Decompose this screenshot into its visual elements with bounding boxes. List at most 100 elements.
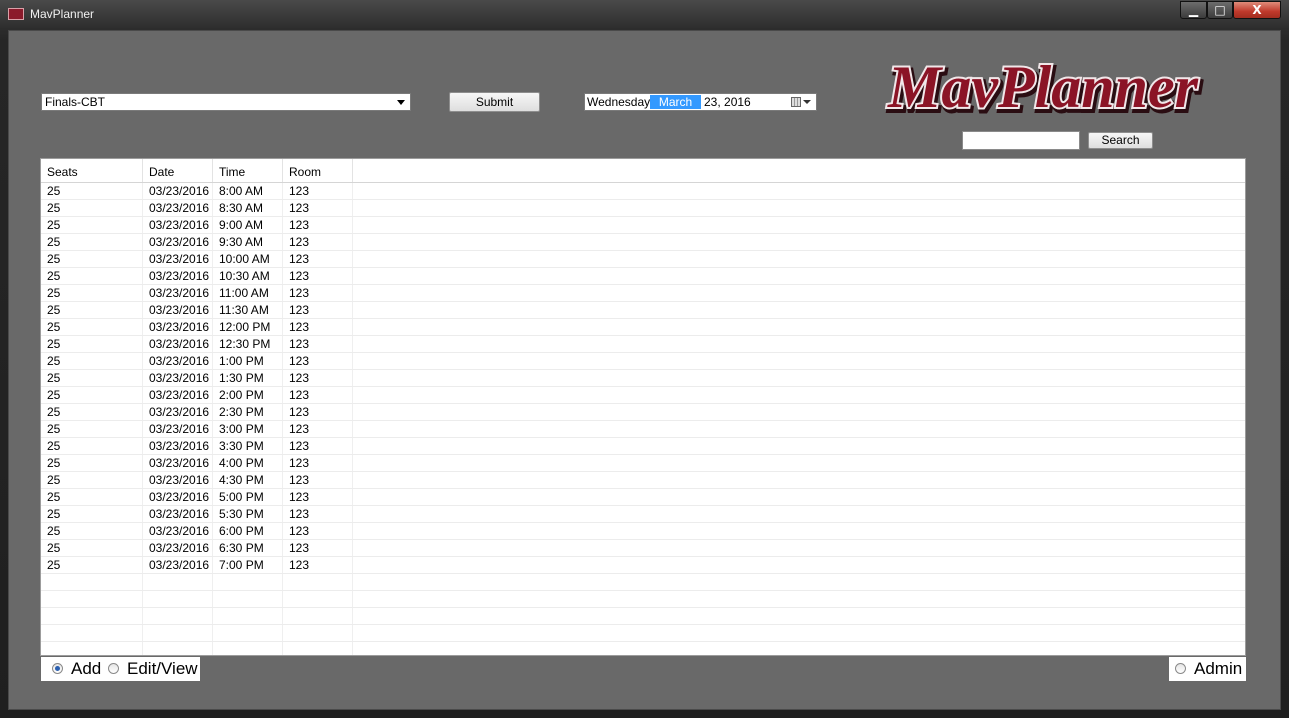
table-row[interactable]: 25 03/23/2016 3:00 PM 123 <box>41 421 1245 438</box>
cell-room: 123 <box>289 303 310 317</box>
title-bar[interactable]: MavPlanner ▁ □ X <box>0 0 1289 28</box>
cell-seats: 25 <box>47 490 61 504</box>
calendar-icon[interactable] <box>791 97 801 107</box>
cell-time: 11:30 AM <box>219 303 269 317</box>
add-radio[interactable] <box>52 663 63 674</box>
add-radio-label[interactable]: Add <box>71 659 101 679</box>
table-row[interactable]: 25 03/23/2016 2:00 PM 123 <box>41 387 1245 404</box>
table-body: 25 03/23/2016 8:00 AM 123 25 03/23/2016 8:30 A… <box>41 183 1245 655</box>
cell-room: 123 <box>289 218 310 232</box>
cell-seats: 25 <box>47 184 61 198</box>
table-row[interactable]: 25 03/23/2016 4:00 PM 123 <box>41 455 1245 472</box>
table-row[interactable]: 25 03/23/2016 12:30 PM 123 <box>41 336 1245 353</box>
maximize-button[interactable]: □ <box>1207 1 1233 19</box>
cell-time: 9:00 AM <box>219 218 264 232</box>
cell-time: 4:00 PM <box>219 456 264 470</box>
cell-time: 4:30 PM <box>219 473 264 487</box>
cell-seats: 25 <box>47 558 61 572</box>
date-picker-day-year[interactable]: 23, 2016 <box>704 95 751 109</box>
cell-seats: 25 <box>47 354 61 368</box>
table-row[interactable]: 25 03/23/2016 10:30 AM 123 <box>41 268 1245 285</box>
cell-time: 3:00 PM <box>219 422 264 436</box>
cell-time: 8:00 AM <box>219 184 264 198</box>
edit-view-radio-label[interactable]: Edit/View <box>127 659 198 679</box>
column-header-room[interactable]: Room <box>283 159 353 182</box>
cell-time: 9:30 AM <box>219 235 264 249</box>
date-picker[interactable]: Wednesday, March 23, 2016 <box>584 93 817 111</box>
cell-date: 03/23/2016 <box>149 439 210 453</box>
cell-date: 03/23/2016 <box>149 388 210 402</box>
cell-date: 03/23/2016 <box>149 473 210 487</box>
chevron-down-icon[interactable] <box>803 100 811 104</box>
mode-selector: Add Edit/View <box>41 657 200 681</box>
table-row[interactable]: 25 03/23/2016 7:00 PM 123 <box>41 557 1245 574</box>
chevron-down-icon[interactable] <box>394 95 408 109</box>
cell-seats: 25 <box>47 320 61 334</box>
empty-table-row <box>41 625 1245 642</box>
cell-date: 03/23/2016 <box>149 405 210 419</box>
cell-seats: 25 <box>47 541 61 555</box>
submit-button[interactable]: Submit <box>449 92 540 112</box>
cell-seats: 25 <box>47 507 61 521</box>
table-row[interactable]: 25 03/23/2016 6:30 PM 123 <box>41 540 1245 557</box>
table-row[interactable]: 25 03/23/2016 12:00 PM 123 <box>41 319 1245 336</box>
minimize-button[interactable]: ▁ <box>1180 1 1207 19</box>
column-header-time[interactable]: Time <box>213 159 283 182</box>
cell-seats: 25 <box>47 218 61 232</box>
search-button[interactable]: Search <box>1088 132 1153 149</box>
cell-room: 123 <box>289 201 310 215</box>
cell-room: 123 <box>289 320 310 334</box>
close-button[interactable]: X <box>1233 1 1281 19</box>
cell-time: 1:30 PM <box>219 371 264 385</box>
table-row[interactable]: 25 03/23/2016 11:30 AM 123 <box>41 302 1245 319</box>
cell-time: 3:30 PM <box>219 439 264 453</box>
cell-room: 123 <box>289 269 310 283</box>
cell-room: 123 <box>289 439 310 453</box>
edit-view-radio[interactable] <box>108 663 119 674</box>
table-row[interactable]: 25 03/23/2016 8:30 AM 123 <box>41 200 1245 217</box>
table-row[interactable]: 25 03/23/2016 6:00 PM 123 <box>41 523 1245 540</box>
table-row[interactable]: 25 03/23/2016 11:00 AM 123 <box>41 285 1245 302</box>
schedule-table[interactable]: Seats Date Time Room 25 03/23/2016 8:00 AM… <box>40 158 1246 656</box>
table-row[interactable]: 25 03/23/2016 10:00 AM 123 <box>41 251 1245 268</box>
cell-room: 123 <box>289 252 310 266</box>
date-picker-month[interactable]: March <box>650 95 701 109</box>
table-row[interactable]: 25 03/23/2016 9:30 AM 123 <box>41 234 1245 251</box>
date-picker-day[interactable]: Wednesday, <box>587 95 653 109</box>
window-title: MavPlanner <box>30 7 95 21</box>
logo-text: MavPlanner <box>887 56 1199 120</box>
cell-date: 03/23/2016 <box>149 303 210 317</box>
cell-time: 11:00 AM <box>219 286 269 300</box>
admin-radio[interactable] <box>1175 663 1186 674</box>
cell-time: 10:30 AM <box>219 269 270 283</box>
table-row[interactable]: 25 03/23/2016 4:30 PM 123 <box>41 472 1245 489</box>
course-combobox[interactable]: Finals-CBT <box>41 93 411 111</box>
empty-table-row <box>41 642 1245 655</box>
cell-seats: 25 <box>47 456 61 470</box>
table-row[interactable]: 25 03/23/2016 5:00 PM 123 <box>41 489 1245 506</box>
table-row[interactable]: 25 03/23/2016 9:00 AM 123 <box>41 217 1245 234</box>
cell-date: 03/23/2016 <box>149 354 210 368</box>
table-header: Seats Date Time Room <box>41 159 1245 183</box>
table-row[interactable]: 25 03/23/2016 1:30 PM 123 <box>41 370 1245 387</box>
column-header-date[interactable]: Date <box>143 159 213 182</box>
admin-radio-label[interactable]: Admin <box>1194 659 1242 679</box>
table-row[interactable]: 25 03/23/2016 1:00 PM 123 <box>41 353 1245 370</box>
cell-date: 03/23/2016 <box>149 269 210 283</box>
app-icon[interactable] <box>8 8 24 20</box>
column-header-seats[interactable]: Seats <box>41 159 143 182</box>
table-row[interactable]: 25 03/23/2016 3:30 PM 123 <box>41 438 1245 455</box>
table-row[interactable]: 25 03/23/2016 8:00 AM 123 <box>41 183 1245 200</box>
cell-time: 2:30 PM <box>219 405 264 419</box>
search-input[interactable] <box>962 131 1080 150</box>
cell-date: 03/23/2016 <box>149 252 210 266</box>
cell-room: 123 <box>289 507 310 521</box>
table-row[interactable]: 25 03/23/2016 5:30 PM 123 <box>41 506 1245 523</box>
cell-room: 123 <box>289 184 310 198</box>
cell-date: 03/23/2016 <box>149 286 210 300</box>
table-row[interactable]: 25 03/23/2016 2:30 PM 123 <box>41 404 1245 421</box>
cell-time: 8:30 AM <box>219 201 264 215</box>
cell-date: 03/23/2016 <box>149 235 210 249</box>
cell-room: 123 <box>289 337 310 351</box>
cell-seats: 25 <box>47 286 61 300</box>
